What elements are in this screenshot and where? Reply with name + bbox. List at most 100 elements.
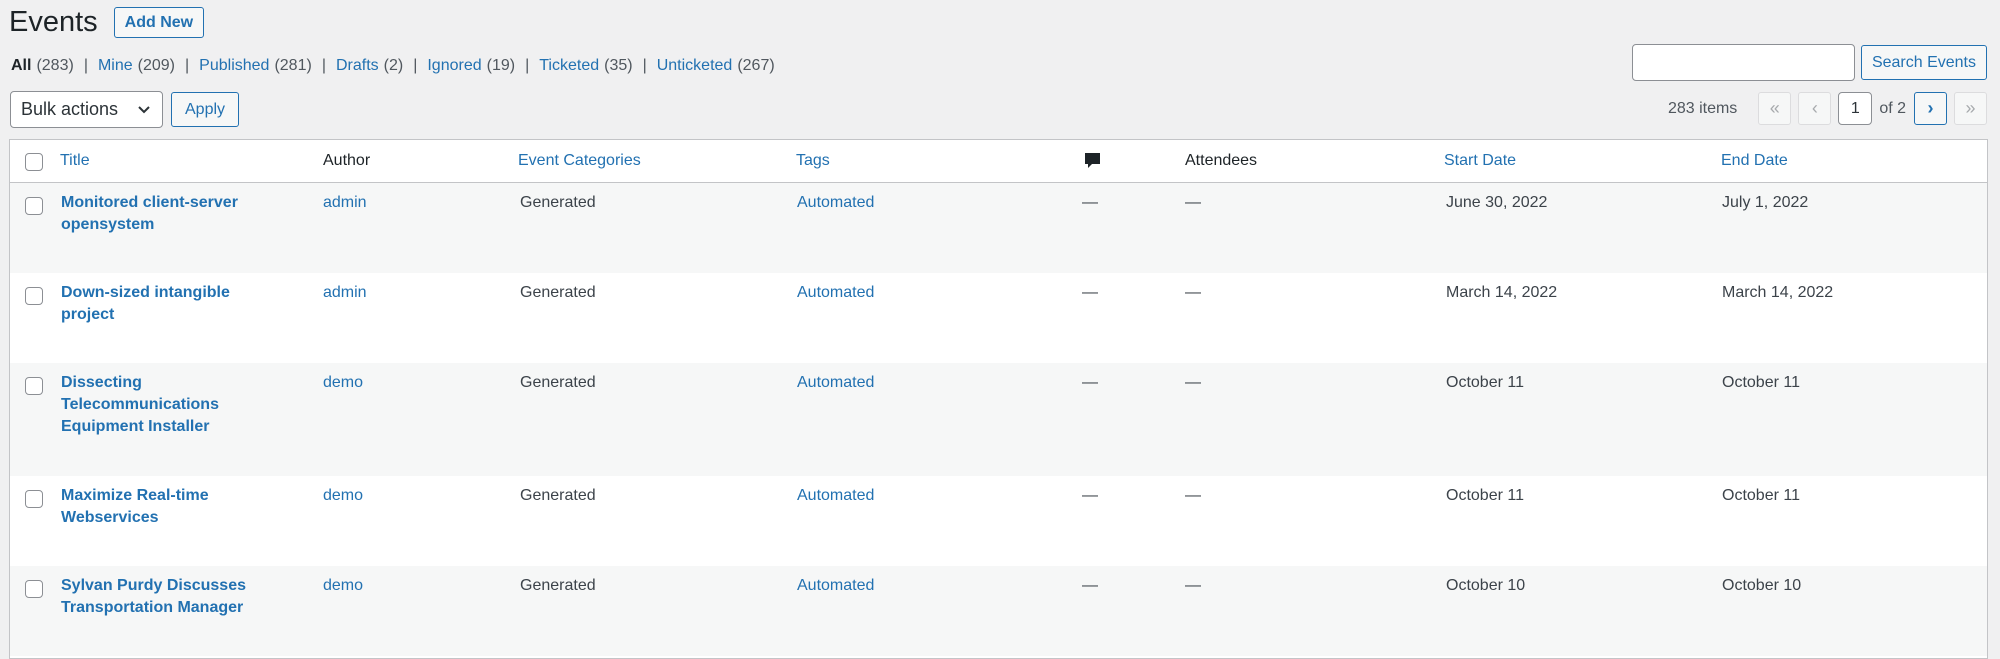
end-date: July 1, 2022: [1722, 194, 1809, 211]
table-row: Down-sized intangible project admin Generat…: [10, 273, 1987, 363]
page-title: Events: [9, 6, 98, 38]
column-start-date[interactable]: Start Date: [1444, 151, 1516, 171]
view-separator: |: [321, 57, 326, 74]
select-all-checkbox[interactable]: [25, 153, 43, 171]
prev-page-button: ‹: [1798, 92, 1832, 125]
tag-link[interactable]: Automated: [797, 372, 874, 394]
view-item: Mine (209): [98, 57, 175, 75]
table-row: Sylvan Purdy Discusses Transportation Man…: [10, 566, 1987, 656]
view-count: (283): [36, 57, 74, 74]
event-title-link[interactable]: Sylvan Purdy Discusses Transportation Man…: [61, 575, 271, 619]
bulk-actions-bar: Bulk actions Apply: [10, 91, 240, 128]
view-item: Ticketed (35): [539, 57, 632, 75]
column-author: Author: [323, 152, 371, 169]
tag-link[interactable]: Automated: [797, 282, 874, 304]
row-checkbox[interactable]: [25, 377, 43, 395]
view-count: (35): [604, 57, 633, 74]
tag-link[interactable]: Automated: [797, 485, 874, 507]
author-link[interactable]: demo: [323, 372, 363, 394]
view-separator: |: [413, 57, 418, 74]
event-category: Generated: [520, 284, 596, 301]
view-count: (2): [383, 57, 404, 74]
event-title-line: Sylvan Purdy Discusses: [61, 577, 246, 594]
event-title-line: Maximize Real-time: [61, 487, 209, 504]
page-header: Events Add New: [9, 6, 205, 38]
author-link[interactable]: demo: [323, 575, 363, 597]
tag-link[interactable]: Automated: [797, 575, 874, 597]
attendees-value: —: [1185, 374, 1201, 391]
view-item: Published (281): [199, 57, 312, 75]
end-date: October 11: [1722, 487, 1800, 504]
view-link[interactable]: Unticketed: [657, 57, 733, 75]
view-item: All (283): [11, 57, 74, 75]
first-page-button: «: [1758, 92, 1792, 125]
comments-count: —: [1082, 374, 1098, 391]
end-date: October 11: [1722, 374, 1800, 391]
author-link[interactable]: admin: [323, 282, 367, 304]
search-input[interactable]: [1631, 44, 1855, 81]
status-filter-links: All (283) | Mine (209) | Published (281) | Drafts…: [11, 57, 775, 75]
next-page-button[interactable]: ›: [1914, 92, 1947, 125]
view-link[interactable]: Drafts: [336, 57, 379, 75]
view-item: Ignored (19): [427, 57, 515, 75]
start-date: March 14, 2022: [1446, 284, 1558, 301]
current-page-input[interactable]: 1: [1838, 92, 1873, 125]
comments-count: —: [1082, 194, 1098, 211]
search-box: Search Events: [1631, 44, 1987, 81]
event-title-line: Dissecting: [61, 374, 142, 391]
add-new-button[interactable]: Add New: [113, 6, 205, 38]
event-title-link[interactable]: Down-sized intangible project: [61, 282, 271, 326]
comments-count: —: [1082, 284, 1098, 301]
event-title-line: Webservices: [61, 509, 159, 526]
row-checkbox[interactable]: [25, 287, 43, 305]
column-end-date[interactable]: End Date: [1721, 151, 1788, 171]
comments-count: —: [1082, 577, 1098, 594]
event-title-line: Transportation Manager: [61, 599, 244, 616]
event-title-link[interactable]: Monitored client-server opensystem: [61, 192, 271, 236]
start-date: June 30, 2022: [1446, 194, 1548, 211]
event-title-line: Monitored client-server: [61, 194, 238, 211]
tag-link[interactable]: Automated: [797, 192, 874, 214]
items-count: 283 items: [1667, 99, 1738, 117]
bulk-actions-select[interactable]: Bulk actions: [10, 91, 163, 128]
event-category: Generated: [520, 577, 596, 594]
author-link[interactable]: demo: [323, 485, 363, 507]
view-link[interactable]: All: [11, 57, 31, 75]
attendees-value: —: [1185, 284, 1201, 301]
view-link[interactable]: Ignored: [427, 57, 481, 75]
table-row: Maximize Real-time Webservices demo Generat…: [10, 476, 1987, 566]
view-separator: |: [642, 57, 647, 74]
end-date: March 14, 2022: [1722, 284, 1834, 301]
total-pages: of 2: [1879, 99, 1906, 117]
attendees-value: —: [1185, 577, 1201, 594]
row-checkbox[interactable]: [25, 197, 43, 215]
view-item: Unticketed (267): [657, 57, 775, 75]
view-link[interactable]: Published: [199, 57, 269, 75]
attendees-value: —: [1185, 487, 1201, 504]
event-title-link[interactable]: Dissecting Telecommunications Equipment In…: [61, 372, 271, 438]
chevron-down-icon: [138, 106, 150, 114]
column-tags[interactable]: Tags: [796, 151, 830, 171]
comment-bubble-icon[interactable]: [1084, 152, 1101, 176]
view-link[interactable]: Ticketed: [539, 57, 599, 75]
event-category: Generated: [520, 374, 596, 391]
column-event-categories[interactable]: Event Categories: [518, 151, 641, 171]
event-title-line: Equipment Installer: [61, 418, 210, 435]
event-category: Generated: [520, 194, 596, 211]
event-title-link[interactable]: Maximize Real-time Webservices: [61, 485, 271, 529]
view-separator: |: [83, 57, 88, 74]
search-events-button[interactable]: Search Events: [1860, 45, 1987, 80]
last-page-button: »: [1954, 92, 1987, 125]
view-count: (267): [737, 57, 775, 74]
row-checkbox[interactable]: [25, 490, 43, 508]
view-count: (209): [137, 57, 176, 74]
column-title[interactable]: Title: [60, 151, 90, 171]
end-date: October 10: [1722, 577, 1802, 594]
row-checkbox[interactable]: [25, 580, 43, 598]
event-title-line: Telecommunications: [61, 396, 219, 413]
view-link[interactable]: Mine: [98, 57, 133, 75]
author-link[interactable]: admin: [323, 192, 367, 214]
event-category: Generated: [520, 487, 596, 504]
comments-count: —: [1082, 487, 1098, 504]
apply-button[interactable]: Apply: [171, 92, 240, 127]
